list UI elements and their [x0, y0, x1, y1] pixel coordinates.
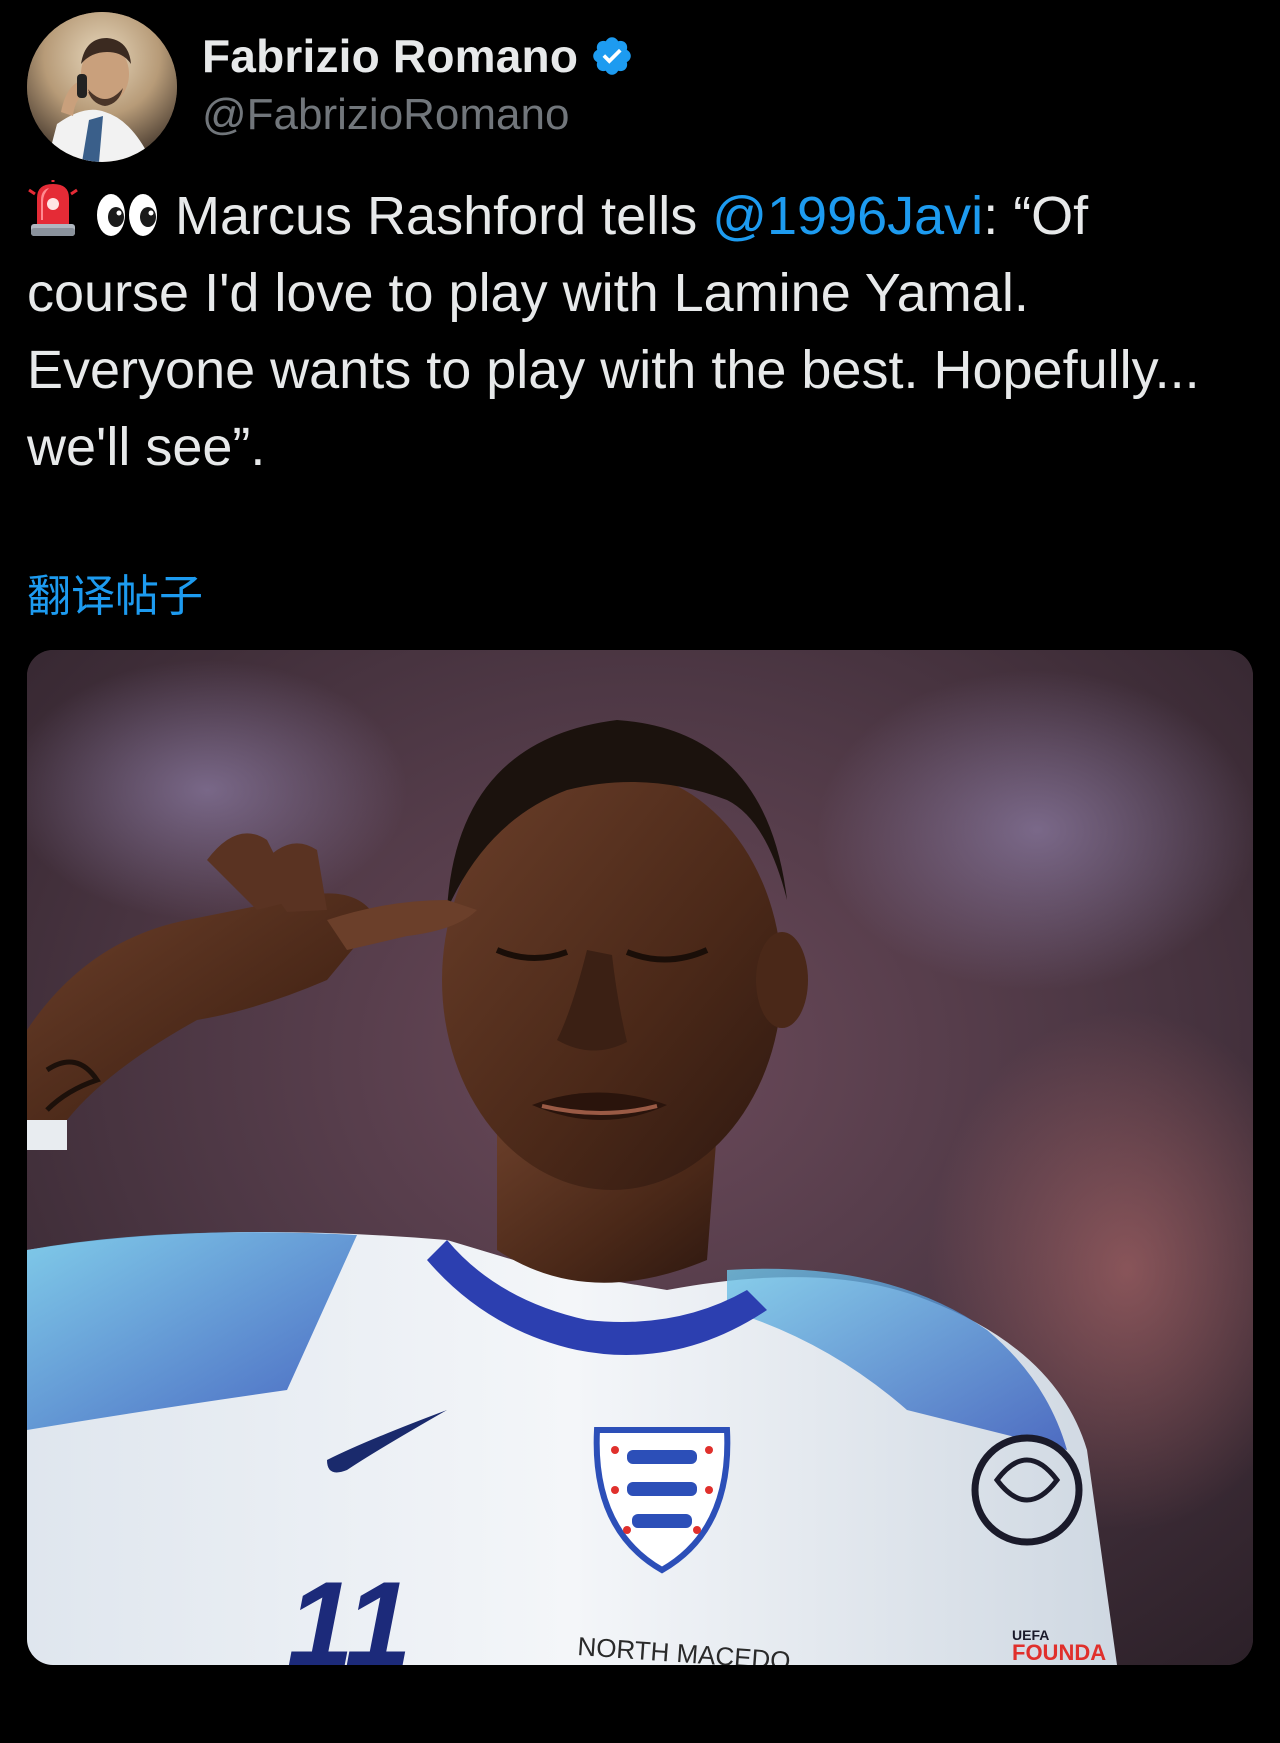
tweet-text-lead: Marcus Rashford tells — [160, 186, 713, 246]
media-photo-illustration: 11 NORTH MACEDO UEFA FOUNDA — [27, 650, 1253, 1665]
foundation-badge-text: FOUNDA — [1012, 1640, 1106, 1665]
avatar[interactable] — [27, 12, 177, 162]
jersey-number-text: 11 — [287, 1557, 412, 1665]
tweet-text: Marcus Rashford tells @1996Javi: “Of cou… — [27, 178, 1247, 486]
handle[interactable]: @FabrizioRomano — [202, 90, 634, 140]
author-block: Fabrizio Romano @FabrizioRomano — [202, 26, 634, 140]
eyes-emoji-icon — [97, 194, 158, 236]
translate-post-link[interactable]: 翻译帖子 — [27, 560, 203, 624]
avatar-photo — [27, 12, 177, 162]
translate-post-label[interactable]: 翻译帖子 — [27, 571, 203, 622]
tweet: Fabrizio Romano @FabrizioRomano Marcus R… — [0, 0, 1280, 1743]
police-light-emoji-icon — [28, 180, 78, 236]
mention-link[interactable]: @1996Javi — [712, 186, 983, 246]
name-row: Fabrizio Romano — [202, 26, 634, 86]
verified-badge-icon[interactable] — [590, 34, 634, 78]
display-name[interactable]: Fabrizio Romano — [202, 29, 578, 83]
tweet-media-photo[interactable]: 11 NORTH MACEDO UEFA FOUNDA — [27, 650, 1253, 1665]
